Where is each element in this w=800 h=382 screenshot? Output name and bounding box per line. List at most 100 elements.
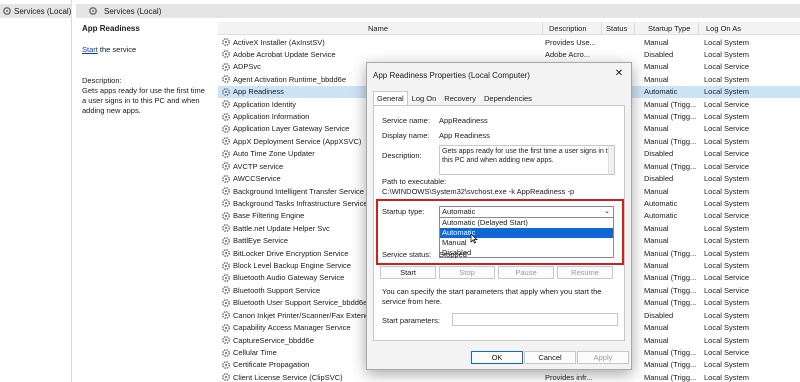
gear-icon [222, 224, 230, 233]
service-logon-cell: Local System [704, 372, 750, 382]
service-logon-cell: Local System [704, 223, 750, 233]
service-startup-cell: Manual [644, 37, 669, 47]
stop-button[interactable]: Stop [439, 266, 495, 279]
path-label: Path to executable: [382, 177, 447, 186]
gear-icon [222, 137, 230, 146]
start-service-line: Start the service [82, 45, 214, 54]
service-startup-cell: Manual (Trigg... [644, 360, 697, 370]
tab-recovery[interactable]: Recovery [440, 91, 480, 105]
service-logon-cell: Local Service [704, 211, 750, 221]
tab-dependencies[interactable]: Dependencies [480, 91, 536, 105]
service-startup-cell: Manual (Trigg... [644, 372, 697, 382]
service-startup-cell: Disabled [644, 310, 674, 320]
gear-icon [222, 162, 230, 171]
services-icon [89, 7, 97, 15]
service-logon-cell: Local System [704, 335, 750, 345]
service-logon-cell: Local System [704, 87, 750, 97]
service-startup-cell: Disabled [644, 174, 674, 184]
description-scrollbar[interactable] [608, 146, 614, 174]
console-tree: Services (Local) [0, 0, 72, 382]
description-label: Description: [82, 76, 122, 85]
column-header-startup-type[interactable]: Startup Type [648, 24, 690, 33]
column-header-description[interactable]: Description [549, 24, 587, 33]
service-startup-cell: Manual [644, 261, 669, 271]
service-startup-cell: Manual [644, 223, 669, 233]
gear-icon [222, 50, 230, 59]
gear-icon [222, 348, 230, 357]
start-params-note: You can specify the start parameters tha… [382, 287, 602, 306]
service-logon-cell: Local System [704, 298, 750, 308]
service-startup-cell: Manual [644, 124, 669, 134]
service-logon-cell: Local Service [704, 161, 750, 171]
path-value: C:\WINDOWS\System32\svchost.exe -k AppRe… [382, 187, 575, 196]
start-button[interactable]: Start [380, 266, 436, 279]
tab-general[interactable]: General [373, 91, 408, 105]
start-parameters-input[interactable] [452, 313, 618, 326]
service-logon-cell: Local Service [704, 62, 750, 72]
service-logon-cell: Local System [704, 310, 750, 320]
tab-log-on[interactable]: Log On [408, 91, 441, 105]
service-startup-cell: Manual (Trigg... [644, 112, 697, 122]
column-header-log-on-as[interactable]: Log On As [706, 24, 741, 33]
column-header-name[interactable]: Name [368, 24, 388, 33]
pause-button[interactable]: Pause [498, 266, 554, 279]
column-separator[interactable] [542, 22, 543, 35]
table-row[interactable]: ActiveX Installer (AxInstSV) Provides Use… [218, 36, 800, 48]
column-separator[interactable] [634, 22, 635, 35]
gear-icon [222, 100, 230, 109]
service-logon-cell: Local System [704, 74, 750, 84]
service-description-cell: Adobe Acro... [545, 49, 591, 59]
gear-icon [222, 87, 230, 96]
chevron-down-icon: ⌄ [604, 208, 610, 215]
option-automatic-delayed[interactable]: Automatic (Delayed Start) [440, 218, 613, 228]
service-logon-cell: Local System [704, 198, 750, 208]
gear-icon [222, 211, 230, 220]
service-logon-cell: Local Service [704, 149, 750, 159]
service-logon-cell: Local Service [704, 285, 750, 295]
service-logon-cell: Local System [704, 186, 750, 196]
service-startup-cell: Disabled [644, 49, 674, 59]
service-startup-cell: Manual (Trigg... [644, 136, 697, 146]
close-icon[interactable]: ✕ [611, 67, 627, 81]
ok-button[interactable]: OK [471, 351, 523, 364]
tree-item-services-local[interactable]: Services (Local) [0, 4, 72, 18]
description-field[interactable]: Gets apps ready for use the first time a… [439, 145, 615, 175]
table-row[interactable]: Client License Service (ClipSVC) Provides… [218, 371, 800, 382]
service-status-label: Service status: [382, 250, 432, 259]
table-row[interactable]: Adobe Acrobat Update Service Adobe Acro..… [218, 48, 800, 60]
gear-icon [222, 75, 230, 84]
start-service-link[interactable]: Start [82, 45, 98, 54]
column-header-status[interactable]: Status [606, 24, 627, 33]
service-logon-cell: Local System [704, 248, 750, 258]
service-startup-cell: Disabled [644, 149, 674, 159]
gear-icon [222, 249, 230, 258]
resume-button[interactable]: Resume [557, 266, 613, 279]
service-status-value: Stopped [439, 250, 467, 259]
gear-icon [222, 62, 230, 71]
service-startup-cell: Manual (Trigg... [644, 298, 697, 308]
service-startup-cell: Automatic [644, 211, 678, 221]
startup-type-selected: Automatic [442, 207, 476, 216]
service-logon-cell: Local System [704, 49, 750, 59]
gear-icon [222, 298, 230, 307]
apply-button[interactable]: Apply [577, 351, 629, 364]
option-automatic[interactable]: Automatic [440, 228, 613, 238]
option-manual[interactable]: Manual [440, 238, 613, 248]
service-description-cell: Provides Use... [545, 37, 596, 47]
service-logon-cell: Local System [704, 174, 750, 184]
selected-service-title: App Readiness [82, 24, 140, 33]
description-field-label: Description: [382, 151, 422, 160]
service-description-cell: Provides infr... [545, 372, 593, 382]
column-separator[interactable] [601, 22, 602, 35]
service-logon-cell: Local System [704, 261, 750, 271]
gear-icon [222, 286, 230, 295]
service-logon-cell: Local System [704, 236, 750, 246]
services-icon [3, 7, 11, 15]
service-logon-cell: Local Service [704, 348, 750, 357]
cancel-button[interactable]: Cancel [524, 351, 576, 364]
services-header-title: Services (Local) [104, 6, 162, 16]
service-name-cell: ActiveX Installer (AxInstSV) [233, 37, 325, 47]
column-separator[interactable] [698, 22, 699, 35]
service-startup-cell: Manual [644, 323, 669, 333]
tree-item-label: Services (Local) [14, 6, 72, 16]
